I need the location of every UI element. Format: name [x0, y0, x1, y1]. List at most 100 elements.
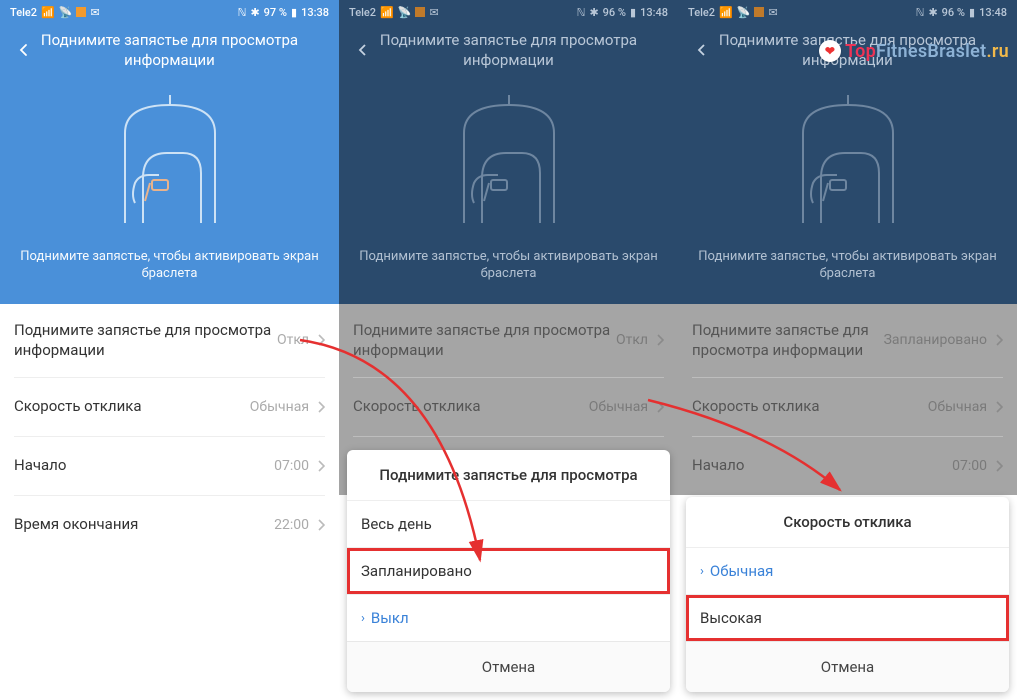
- heart-icon: ❤: [819, 40, 841, 62]
- hero-caption: Поднимите запястье, чтобы активировать э…: [678, 249, 1017, 283]
- sheet-raise-wrist: Поднимите запястье для просмотра Весь де…: [347, 450, 670, 692]
- carrier-label: Tele2: [10, 6, 37, 19]
- option-off-label: Выкл: [371, 609, 409, 627]
- chevron-right-icon: [317, 518, 325, 532]
- back-button[interactable]: [14, 40, 34, 60]
- wm-t: T: [845, 41, 855, 62]
- battery-icon: ▮: [969, 6, 975, 19]
- nfc-icon: ℕ: [577, 6, 586, 19]
- wrist-illustration: [95, 83, 245, 233]
- option-normal[interactable]: › Обычная: [686, 548, 1009, 594]
- sheet-title: Скорость отклика: [686, 497, 1009, 547]
- battery-text: 97 %: [264, 6, 287, 19]
- wm-top: op: [855, 41, 876, 62]
- signal-icon: 📶: [719, 6, 733, 19]
- chevron-right-icon: [995, 400, 1003, 414]
- back-button[interactable]: [353, 40, 373, 60]
- row-label: Поднимите запястье для просмотра информа…: [692, 320, 884, 361]
- chevron-right-icon: [995, 459, 1003, 473]
- carrier-label: Tele2: [688, 6, 715, 19]
- row-response-speed[interactable]: Скорость отклика Обычная: [678, 378, 1017, 436]
- signal-icon: 📶: [41, 6, 55, 19]
- row-response-speed[interactable]: Скорость отклика Обычная: [339, 378, 678, 436]
- row-value: 22:00: [274, 517, 309, 533]
- option-all-day[interactable]: Весь день: [347, 501, 670, 547]
- row-start-time[interactable]: Начало 07:00: [0, 437, 339, 495]
- status-bar: Tele2 📶 📡 ✉ ℕ ✱ 96 % ▮ 13:48: [339, 0, 678, 24]
- wm-mid: FitnesBraslet: [876, 41, 986, 62]
- status-bar: Tele2 📶 📡 ✉ ℕ ✱ 97 % ▮ 13:38: [0, 0, 339, 24]
- carrier-label: Tele2: [349, 6, 376, 19]
- row-raise-wrist[interactable]: Поднимите запястье для просмотра информа…: [0, 304, 339, 377]
- bt-icon: ✱: [250, 6, 259, 19]
- cancel-button[interactable]: Отмена: [347, 641, 670, 692]
- clock: 13:48: [979, 6, 1007, 19]
- sheet-title: Поднимите запястье для просмотра: [347, 450, 670, 500]
- row-label: Начало: [14, 455, 274, 475]
- row-value: 07:00: [274, 458, 309, 474]
- row-label: Поднимите запястье для просмотра информа…: [353, 320, 616, 361]
- row-value: Запланировано: [884, 332, 987, 348]
- sheet-response-speed: Скорость отклика › Обычная Высокая Отмена: [686, 497, 1009, 692]
- chevron-right-icon: [656, 333, 664, 347]
- chevron-right-icon: [317, 459, 325, 473]
- option-scheduled[interactable]: Запланировано: [347, 548, 670, 594]
- hero-caption: Поднимите запястье, чтобы активировать э…: [339, 249, 678, 283]
- option-off[interactable]: › Выкл: [347, 595, 670, 641]
- chevron-right-icon: [317, 333, 325, 347]
- back-button[interactable]: [692, 40, 712, 60]
- row-raise-wrist[interactable]: Поднимите запястье для просмотра информа…: [339, 304, 678, 377]
- phone-screen-3: Tele2 📶 📡 ✉ ℕ ✱ 96 % ▮ 13:48 Поднимите з…: [678, 0, 1017, 700]
- row-label: Поднимите запястье для просмотра информа…: [14, 320, 277, 361]
- row-raise-wrist[interactable]: Поднимите запястье для просмотра информа…: [678, 304, 1017, 377]
- cancel-button[interactable]: Отмена: [686, 641, 1009, 692]
- clock: 13:38: [301, 6, 329, 19]
- row-label: Скорость отклика: [692, 396, 928, 416]
- option-normal-label: Обычная: [710, 562, 773, 580]
- row-response-speed[interactable]: Скорость отклика Обычная: [0, 378, 339, 436]
- mail-icon: ✉: [429, 6, 438, 19]
- sim-icon: [754, 7, 764, 17]
- phone-screen-1: Tele2 📶 📡 ✉ ℕ ✱ 97 % ▮ 13:38 Поднимите з…: [0, 0, 339, 700]
- chevron-right-icon: [995, 333, 1003, 347]
- row-label: Время окончания: [14, 514, 274, 534]
- chevron-right-icon: [656, 400, 664, 414]
- row-value: Откл: [616, 332, 648, 348]
- wifi-icon: 📡: [737, 6, 751, 19]
- wifi-icon: 📡: [398, 6, 412, 19]
- sim-icon: [76, 7, 86, 17]
- row-value: Откл: [277, 332, 309, 348]
- option-high[interactable]: Высокая: [686, 595, 1009, 641]
- battery-icon: ▮: [291, 6, 297, 19]
- page-title: Поднимите запястье для просмотра информа…: [34, 30, 325, 71]
- row-start-time[interactable]: Начало 07:00: [678, 437, 1017, 495]
- wm-ru: .ru: [986, 41, 1009, 62]
- signal-icon: 📶: [380, 6, 394, 19]
- row-value: Обычная: [589, 399, 648, 415]
- battery-icon: ▮: [630, 6, 636, 19]
- wrist-illustration: [434, 83, 584, 233]
- battery-text: 96 %: [942, 6, 965, 19]
- watermark: ❤ TopFitnesBraslet.ru: [819, 40, 1009, 62]
- bt-icon: ✱: [589, 6, 598, 19]
- sim-icon: [415, 7, 425, 17]
- check-icon: ›: [700, 564, 704, 579]
- row-value: Обычная: [250, 399, 309, 415]
- nfc-icon: ℕ: [916, 6, 925, 19]
- row-value: Обычная: [928, 399, 987, 415]
- row-end-time[interactable]: Время окончания 22:00: [0, 496, 339, 554]
- row-label: Скорость отклика: [14, 396, 250, 416]
- row-value: 07:00: [952, 458, 987, 474]
- wrist-illustration: [773, 83, 923, 233]
- mail-icon: ✉: [90, 6, 99, 19]
- hero-caption: Поднимите запястье, чтобы активировать э…: [0, 249, 339, 283]
- wifi-icon: 📡: [59, 6, 73, 19]
- page-title: Поднимите запястье для просмотра информа…: [373, 30, 664, 71]
- phone-screen-2: Tele2 📶 📡 ✉ ℕ ✱ 96 % ▮ 13:48 Поднимите з…: [339, 0, 678, 700]
- bt-icon: ✱: [928, 6, 937, 19]
- mail-icon: ✉: [768, 6, 777, 19]
- clock: 13:48: [640, 6, 668, 19]
- check-icon: ›: [361, 611, 365, 626]
- status-bar: Tele2 📶 📡 ✉ ℕ ✱ 96 % ▮ 13:48: [678, 0, 1017, 24]
- row-label: Начало: [692, 455, 952, 475]
